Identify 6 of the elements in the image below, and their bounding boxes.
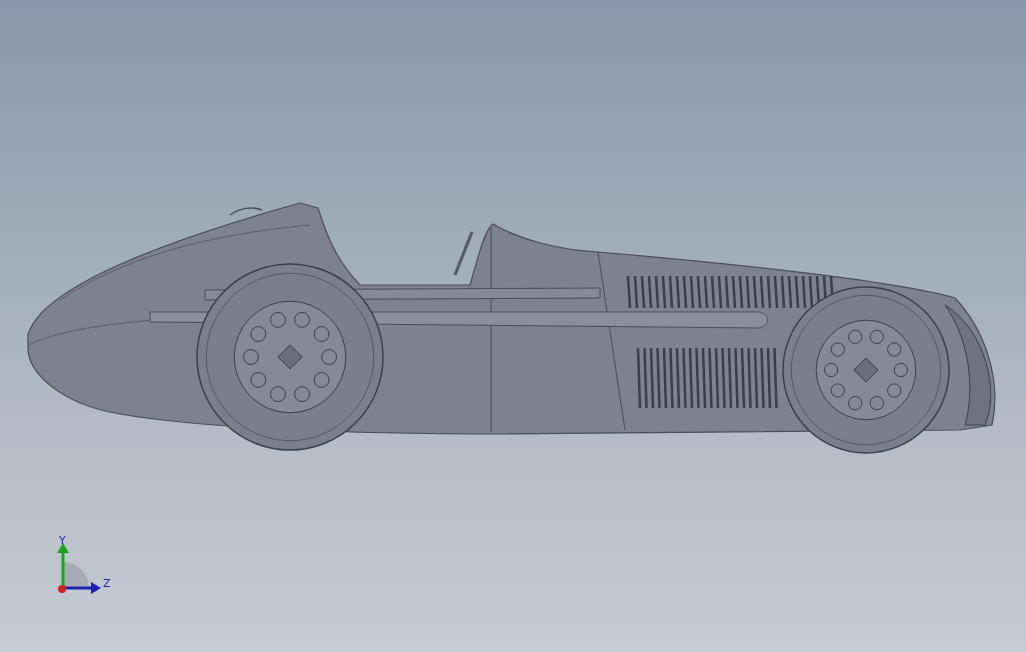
origin-dot <box>58 585 66 593</box>
y-axis-label: Y <box>59 534 66 547</box>
triad-quadrant-icon <box>63 562 89 588</box>
z-axis-label: Z <box>103 577 111 590</box>
z-axis-arrow <box>63 582 101 594</box>
y-axis-arrow <box>57 543 69 588</box>
